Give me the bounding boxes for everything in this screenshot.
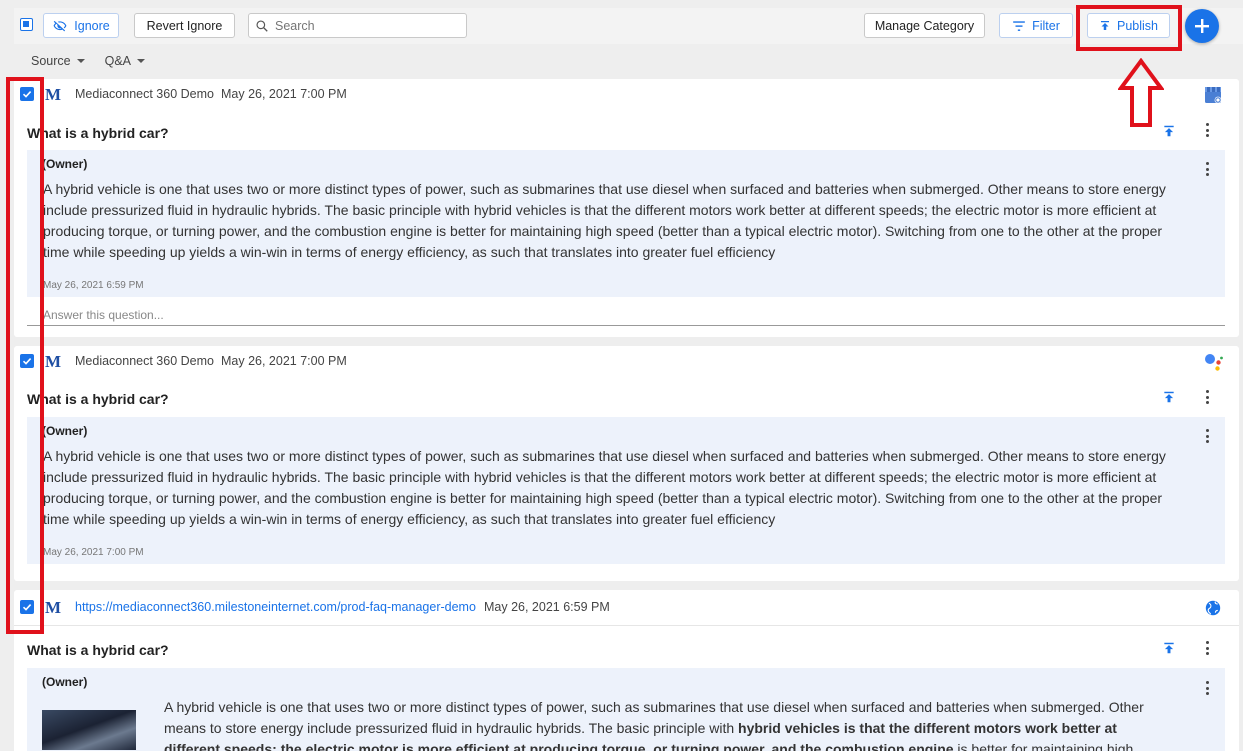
- google-my-business-icon: [1205, 87, 1222, 104]
- card-header: M Mediaconnect 360 Demo May 26, 2021 7:0…: [14, 79, 1239, 109]
- mediaconnect-logo-icon: M: [45, 352, 62, 371]
- answer-image: [42, 710, 136, 750]
- answer-owner: (Owner): [42, 424, 88, 438]
- publish-icon[interactable]: [1162, 124, 1176, 138]
- card-header: M https://mediaconnect360.milestoneinter…: [14, 590, 1239, 626]
- manage-category-button[interactable]: Manage Category: [864, 13, 985, 38]
- answer-box: (Owner) A hybrid vehicle is one that use…: [27, 417, 1225, 564]
- answer-text: A hybrid vehicle is one that uses two or…: [164, 697, 1164, 751]
- ignore-label: Ignore: [74, 18, 110, 33]
- answer-date: May 26, 2021 6:59 PM: [43, 280, 144, 291]
- more-options-icon[interactable]: [1205, 681, 1209, 695]
- question-text: What is a hybrid car?: [27, 642, 169, 658]
- question-card: M Mediaconnect 360 Demo May 26, 2021 7:0…: [14, 79, 1239, 337]
- publish-highlight-box: [1076, 5, 1182, 51]
- question-date: May 26, 2021 7:00 PM: [221, 87, 347, 101]
- answer-owner: (Owner): [42, 675, 88, 689]
- add-button[interactable]: [1185, 9, 1219, 43]
- answer-text: A hybrid vehicle is one that uses two or…: [43, 181, 1166, 260]
- manage-category-label: Manage Category: [874, 18, 975, 33]
- search-input[interactable]: [275, 18, 455, 33]
- eye-off-icon: [53, 20, 67, 31]
- answer-date: May 26, 2021 7:00 PM: [43, 547, 144, 558]
- globe-icon: [1205, 600, 1221, 616]
- checkbox-highlight-box: [6, 77, 44, 634]
- question-text: What is a hybrid car?: [27, 391, 169, 407]
- publish-icon[interactable]: [1162, 390, 1176, 404]
- answer-text: A hybrid vehicle is one that uses two or…: [43, 448, 1166, 527]
- plus-icon: [1195, 19, 1209, 33]
- chevron-down-icon: [137, 59, 146, 63]
- source-name: Mediaconnect 360 Demo: [75, 87, 214, 101]
- ignore-button[interactable]: Ignore: [43, 13, 119, 38]
- more-options-icon[interactable]: [1205, 429, 1209, 443]
- filter-label: Filter: [1032, 18, 1060, 33]
- qa-dropdown-label: Q&A: [104, 54, 132, 68]
- up-arrow-icon: [1118, 58, 1164, 127]
- select-all-checkbox[interactable]: [20, 18, 33, 31]
- question-card: M Mediaconnect 360 Demo May 26, 2021 7:0…: [14, 346, 1239, 581]
- source-name: Mediaconnect 360 Demo: [75, 354, 214, 368]
- question-date: May 26, 2021 6:59 PM: [484, 600, 610, 614]
- more-options-icon[interactable]: [1205, 123, 1209, 137]
- search-box[interactable]: [248, 13, 467, 38]
- source-dropdown[interactable]: Source: [31, 54, 85, 68]
- mediaconnect-logo-icon: M: [45, 598, 62, 617]
- search-icon: [256, 19, 268, 32]
- answer-box: (Owner) A hybrid vehicle is one that use…: [27, 668, 1225, 751]
- question-date: May 26, 2021 7:00 PM: [221, 354, 347, 368]
- more-options-icon[interactable]: [1205, 162, 1209, 176]
- source-link[interactable]: https://mediaconnect360.milestoneinterne…: [75, 600, 476, 614]
- card-header: M Mediaconnect 360 Demo May 26, 2021 7:0…: [14, 346, 1239, 376]
- toolbar: Ignore Revert Ignore Manage Category Fil…: [14, 8, 1243, 44]
- answer-owner: (Owner): [42, 157, 88, 171]
- revert-ignore-button[interactable]: Revert Ignore: [134, 13, 235, 38]
- question-text: What is a hybrid car?: [27, 125, 169, 141]
- mediaconnect-logo-icon: M: [45, 85, 62, 104]
- filter-icon: [1013, 20, 1025, 31]
- answer-input[interactable]: Answer this question...: [27, 304, 1225, 326]
- revert-ignore-label: Revert Ignore: [146, 18, 223, 33]
- answer-box: (Owner) A hybrid vehicle is one that use…: [27, 150, 1225, 297]
- filter-bar: Source Q&A: [14, 46, 1243, 76]
- chevron-down-icon: [76, 59, 85, 63]
- publish-icon[interactable]: [1162, 641, 1176, 655]
- more-options-icon[interactable]: [1205, 390, 1209, 404]
- qa-dropdown[interactable]: Q&A: [104, 54, 146, 68]
- google-assistant-icon: [1205, 354, 1223, 371]
- question-card: M https://mediaconnect360.milestoneinter…: [14, 590, 1239, 751]
- more-options-icon[interactable]: [1205, 641, 1209, 655]
- filter-button[interactable]: Filter: [999, 13, 1073, 38]
- source-dropdown-label: Source: [31, 54, 71, 68]
